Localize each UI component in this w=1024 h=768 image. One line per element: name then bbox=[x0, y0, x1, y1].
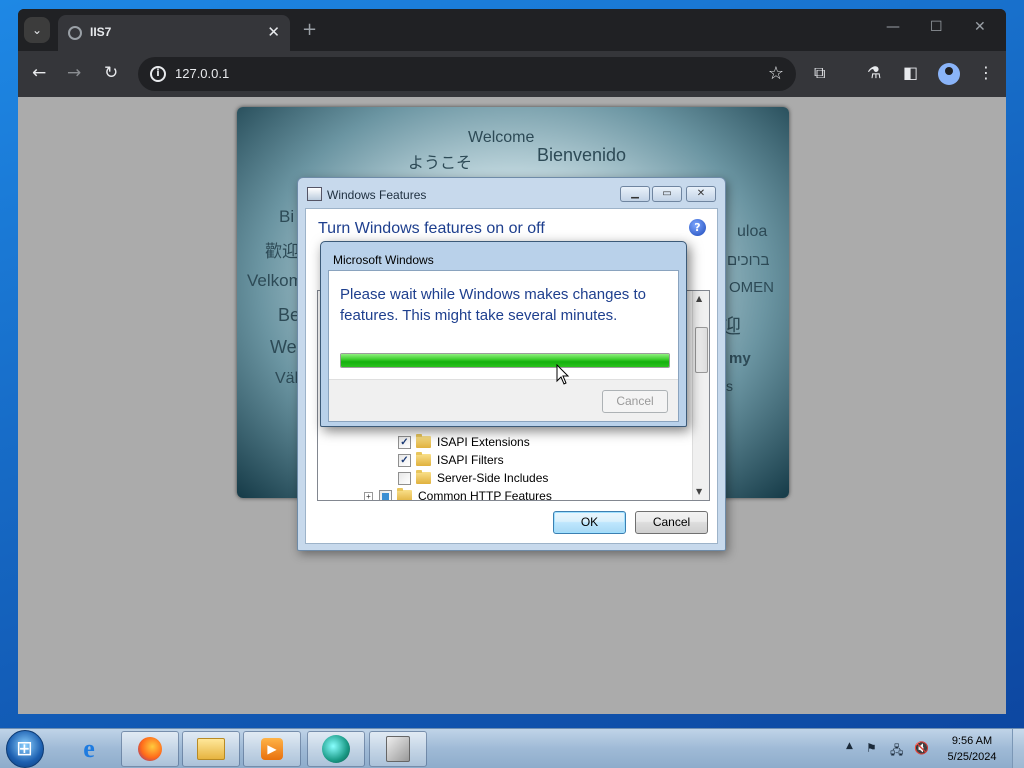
clock[interactable]: 9:56 AM 5/25/2024 bbox=[936, 733, 1008, 765]
splash-word: ברוכים bbox=[727, 252, 770, 269]
clock-time: 9:56 AM bbox=[951, 735, 993, 747]
progress-dialog-body: Please wait while Windows makes changes … bbox=[328, 270, 679, 422]
file-explorer-icon[interactable] bbox=[182, 731, 240, 767]
dialog-title: Windows Features bbox=[327, 188, 427, 202]
splash-word: Velkom bbox=[247, 271, 303, 290]
tree-item[interactable]: Server-Side Includes bbox=[398, 469, 548, 487]
network-icon[interactable]: 🖧 bbox=[890, 741, 903, 762]
maximize-icon[interactable]: ▭ bbox=[652, 186, 682, 202]
url-text: 127.0.0.1 bbox=[175, 66, 230, 81]
scroll-up-icon[interactable]: ▲ bbox=[696, 294, 702, 303]
reload-icon[interactable]: ↻ bbox=[104, 63, 118, 83]
splash-word: Väl bbox=[275, 370, 299, 387]
extensions-icon[interactable]: ⧉ bbox=[814, 63, 825, 83]
maximize-icon[interactable]: ☐ bbox=[930, 19, 943, 35]
splash-word: 歡迎 bbox=[265, 242, 299, 261]
checkbox-partial[interactable] bbox=[379, 489, 392, 500]
progress-message: Please wait while Windows makes changes … bbox=[340, 286, 646, 324]
labs-flask-icon[interactable]: ⚗ bbox=[867, 63, 881, 82]
checkbox[interactable]: ✓ bbox=[398, 435, 411, 449]
folder-icon bbox=[416, 470, 431, 484]
new-tab-button[interactable]: + bbox=[302, 19, 317, 40]
tab-close-icon[interactable]: ✕ bbox=[267, 23, 280, 41]
tree-item-label: Server-Side Includes bbox=[437, 471, 549, 485]
tab-search-button[interactable]: ⌄ bbox=[24, 17, 50, 43]
minimize-icon[interactable]: — bbox=[886, 19, 900, 35]
browser-app-icon[interactable] bbox=[307, 731, 365, 767]
tree-scrollbar[interactable]: ▲ ▼ bbox=[692, 291, 709, 500]
close-window-icon[interactable]: ✕ bbox=[974, 19, 986, 35]
menu-kebab-icon[interactable]: ⋮ bbox=[978, 63, 994, 82]
progress-dialog: Microsoft Windows Please wait while Wind… bbox=[320, 241, 687, 427]
show-desktop-button[interactable] bbox=[1012, 729, 1024, 768]
close-icon[interactable]: ✕ bbox=[686, 186, 716, 202]
splash-word: OMEN bbox=[729, 279, 774, 296]
iis-manager-icon[interactable] bbox=[369, 731, 427, 767]
scroll-thumb[interactable] bbox=[695, 327, 708, 373]
splash-word: uloa bbox=[737, 223, 768, 240]
forward-icon[interactable]: → bbox=[67, 63, 81, 83]
browser-tab[interactable]: IIS7 ✕ bbox=[58, 15, 290, 51]
taskbar: e ▶ ▲ ⚑ 🖧 🔇 9:56 AM 5/25/2024 bbox=[0, 728, 1024, 768]
browser-toolbar: ← → ↻ i 127.0.0.1 ☆ ⧉ ⚗ ◧ ⋮ bbox=[18, 51, 1006, 97]
tree-item-label: Common HTTP Features bbox=[418, 489, 552, 501]
folder-icon bbox=[416, 452, 431, 466]
mouse-pointer-icon bbox=[556, 364, 570, 385]
help-icon[interactable]: ? bbox=[689, 219, 706, 236]
dialog-heading: Turn Windows features on or off bbox=[318, 220, 545, 237]
progress-dialog-footer: Cancel bbox=[329, 379, 678, 421]
splash-word: ようこそ bbox=[408, 155, 473, 172]
cancel-button[interactable]: Cancel bbox=[635, 511, 708, 534]
tree-item[interactable]: + Common HTTP Features bbox=[364, 487, 552, 501]
minimize-icon[interactable]: ▁ bbox=[620, 186, 650, 202]
expand-icon[interactable]: + bbox=[364, 491, 373, 500]
progress-bar bbox=[340, 353, 670, 368]
folder-icon bbox=[416, 434, 431, 448]
side-panel-icon[interactable]: ◧ bbox=[903, 63, 918, 82]
splash-word: my bbox=[729, 350, 751, 367]
folder-icon bbox=[397, 488, 412, 500]
scroll-down-icon[interactable]: ▼ bbox=[696, 487, 702, 496]
checkbox[interactable] bbox=[398, 471, 411, 485]
tree-item[interactable]: ✓ ISAPI Extensions bbox=[398, 433, 530, 451]
volume-muted-icon[interactable]: 🔇 bbox=[914, 741, 929, 755]
tab-strip: ⌄ IIS7 ✕ + — ☐ ✕ bbox=[18, 9, 1006, 51]
windows-features-app-icon bbox=[307, 187, 322, 201]
site-info-icon[interactable]: i bbox=[150, 66, 166, 82]
internet-explorer-icon[interactable]: e bbox=[60, 731, 118, 767]
back-icon[interactable]: ← bbox=[32, 63, 46, 83]
action-center-flag-icon[interactable]: ⚑ bbox=[866, 741, 877, 755]
splash-word: s bbox=[726, 378, 733, 394]
tree-item-label: ISAPI Extensions bbox=[437, 435, 530, 449]
profile-avatar-icon[interactable] bbox=[938, 63, 960, 85]
splash-word: We bbox=[270, 337, 297, 357]
checkbox[interactable]: ✓ bbox=[398, 453, 411, 467]
clock-date: 5/25/2024 bbox=[947, 751, 997, 763]
ok-button[interactable]: OK bbox=[553, 511, 626, 534]
tab-title: IIS7 bbox=[90, 25, 112, 39]
media-player-icon[interactable]: ▶ bbox=[243, 731, 301, 767]
cancel-button[interactable]: Cancel bbox=[602, 390, 668, 413]
splash-word: Welcome bbox=[468, 129, 535, 146]
splash-word: Bienvenido bbox=[537, 145, 627, 165]
firefox-icon[interactable] bbox=[121, 731, 179, 767]
dialog-title: Microsoft Windows bbox=[333, 253, 434, 267]
address-bar[interactable]: i 127.0.0.1 ☆ bbox=[138, 57, 796, 91]
splash-word: Bi bbox=[279, 207, 295, 226]
globe-icon bbox=[68, 26, 82, 40]
bookmark-star-icon[interactable]: ☆ bbox=[768, 63, 784, 84]
progress-bar-fill bbox=[341, 354, 669, 367]
start-button[interactable] bbox=[6, 730, 44, 768]
tree-item-label: ISAPI Filters bbox=[437, 453, 504, 467]
tree-item[interactable]: ✓ ISAPI Filters bbox=[398, 451, 504, 469]
show-hidden-icons[interactable]: ▲ bbox=[846, 741, 853, 751]
